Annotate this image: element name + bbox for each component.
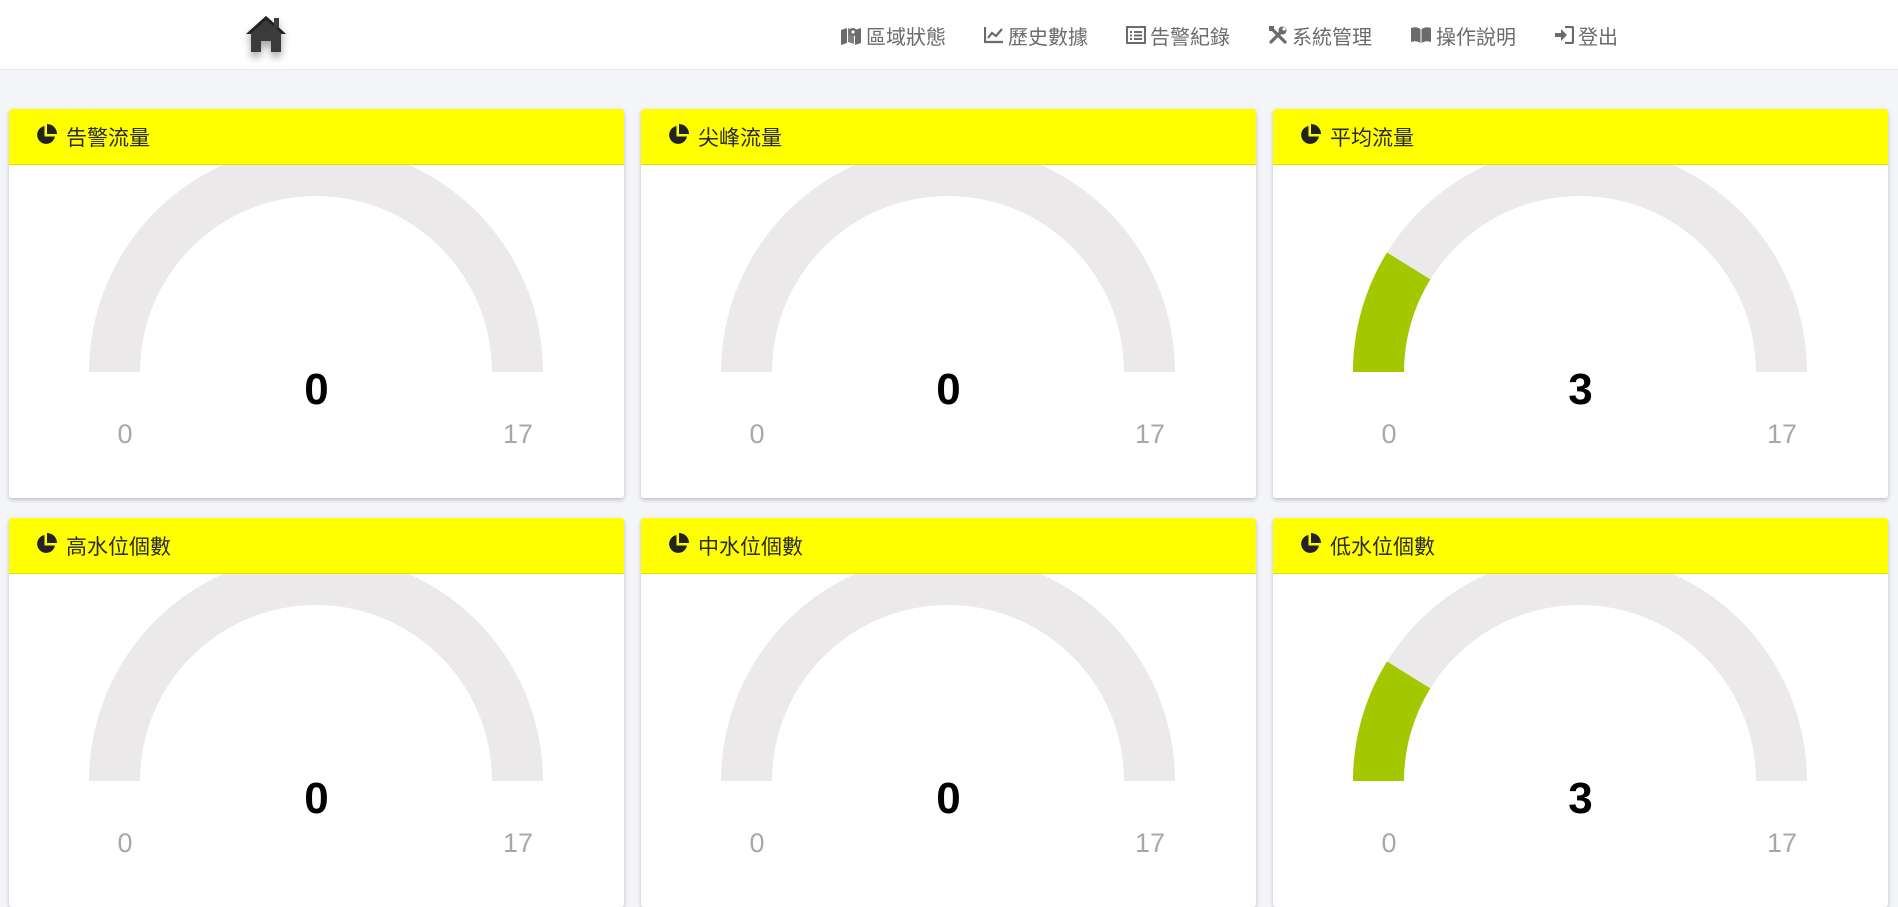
gauge-value: 3 <box>1568 774 1593 823</box>
gauge-max-label: 17 <box>1766 419 1798 449</box>
gauge-value: 0 <box>304 774 329 823</box>
gauge-min-label: 0 <box>749 419 765 449</box>
list-icon <box>1126 26 1146 44</box>
gauge: 0 0 17 <box>9 165 624 498</box>
nav-item-history[interactable]: 歷史數據 <box>984 21 1088 50</box>
gauge-track <box>721 165 1175 372</box>
gauge-card: 中水位個數 0 0 17 <box>641 518 1256 907</box>
pie-chart-icon <box>34 532 58 560</box>
gauge-value: 0 <box>304 365 329 414</box>
gauge-min-label: 0 <box>117 828 133 858</box>
gauge-value: 0 <box>936 365 961 414</box>
card-title: 尖峰流量 <box>698 125 782 150</box>
book-icon <box>1410 26 1432 44</box>
pie-chart-icon <box>1298 123 1322 151</box>
map-marker-icon <box>840 25 862 45</box>
gauge-track <box>1353 165 1807 372</box>
nav-item-label: 歷史數據 <box>1008 24 1088 49</box>
nav-item-alarm-log[interactable]: 告警紀錄 <box>1126 21 1230 50</box>
gauge-max-label: 17 <box>1134 828 1166 858</box>
gauge-max-label: 17 <box>1766 828 1798 858</box>
gauge-track <box>89 574 543 781</box>
gauge: 0 0 17 <box>641 574 1256 907</box>
gauge-track <box>89 165 543 372</box>
card-header: 尖峰流量 <box>641 109 1256 165</box>
gauge-card: 高水位個數 0 0 17 <box>9 518 624 907</box>
nav-menu: 區域狀態 歷史數據 告警紀錄 系統管理 操作說明 登出 <box>840 0 1618 70</box>
card-title: 中水位個數 <box>698 534 803 559</box>
nav-item-label: 區域狀態 <box>866 24 946 49</box>
gauge-min-label: 0 <box>117 419 133 449</box>
nav-item-label: 系統管理 <box>1292 24 1372 49</box>
gauge-min-label: 0 <box>749 828 765 858</box>
card-header: 中水位個數 <box>641 518 1256 574</box>
sign-out-icon <box>1554 26 1574 44</box>
nav-item-label: 登出 <box>1578 24 1618 49</box>
card-title: 平均流量 <box>1330 125 1414 150</box>
line-chart-icon <box>984 26 1004 44</box>
card-title: 高水位個數 <box>66 534 171 559</box>
card-header: 高水位個數 <box>9 518 624 574</box>
card-title: 低水位個數 <box>1330 534 1435 559</box>
gauge-card: 尖峰流量 0 0 17 <box>641 109 1256 498</box>
gauge-card: 低水位個數 3 0 17 <box>1273 518 1888 907</box>
gauge-value: 0 <box>936 774 961 823</box>
gauge-max-label: 17 <box>502 828 534 858</box>
gauge-card: 平均流量 3 0 17 <box>1273 109 1888 498</box>
gauge-max-label: 17 <box>1134 419 1166 449</box>
top-navbar: 區域狀態 歷史數據 告警紀錄 系統管理 操作說明 登出 <box>0 0 1898 70</box>
card-title: 告警流量 <box>66 125 150 150</box>
pie-chart-icon <box>666 532 690 560</box>
nav-item-label: 操作說明 <box>1436 24 1516 49</box>
card-header: 平均流量 <box>1273 109 1888 165</box>
gauge-min-label: 0 <box>1381 419 1397 449</box>
gauge-value: 3 <box>1568 365 1593 414</box>
gauge-max-label: 17 <box>502 419 534 449</box>
gauge: 0 0 17 <box>9 574 624 907</box>
gauge-track <box>1353 574 1807 781</box>
nav-item-label: 告警紀錄 <box>1150 24 1230 49</box>
nav-item-area-status[interactable]: 區域狀態 <box>840 21 946 50</box>
nav-item-logout[interactable]: 登出 <box>1554 21 1618 50</box>
pie-chart-icon <box>1298 532 1322 560</box>
gauge: 0 0 17 <box>641 165 1256 498</box>
pie-chart-icon <box>666 123 690 151</box>
home-icon[interactable] <box>244 12 288 56</box>
gauge-grid: 告警流量 0 0 17 尖峰流量 0 0 17 平均流量 3 0 17 高水位個… <box>9 109 1888 907</box>
card-header: 告警流量 <box>9 109 624 165</box>
pie-chart-icon <box>34 123 58 151</box>
gauge: 3 0 17 <box>1273 165 1888 498</box>
card-header: 低水位個數 <box>1273 518 1888 574</box>
gauge-min-label: 0 <box>1381 828 1397 858</box>
gauge-track <box>721 574 1175 781</box>
tools-icon <box>1268 25 1288 45</box>
gauge-card: 告警流量 0 0 17 <box>9 109 624 498</box>
nav-item-system-admin[interactable]: 系統管理 <box>1268 21 1372 50</box>
nav-item-instructions[interactable]: 操作說明 <box>1410 21 1516 50</box>
gauge: 3 0 17 <box>1273 574 1888 907</box>
